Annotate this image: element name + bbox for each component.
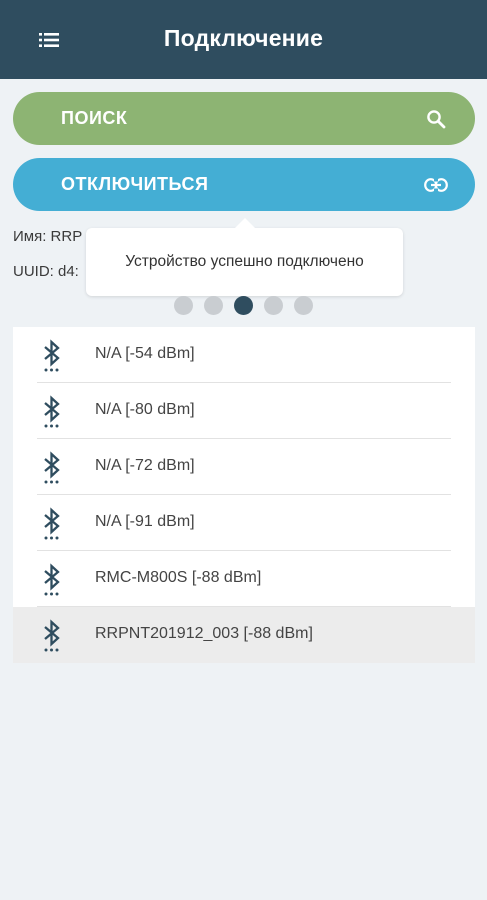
- bluetooth-searching-icon: [39, 507, 65, 541]
- device-label: N/A [-91 dBm]: [95, 513, 195, 530]
- search-icon: [421, 109, 451, 129]
- device-list-item[interactable]: RMC-M800S [-88 dBm]: [13, 551, 475, 607]
- device-list-item[interactable]: RRPNT201912_003 [-88 dBm]: [13, 607, 475, 663]
- toast-message: Устройство успешно подключено: [86, 218, 403, 296]
- device-list: N/A [-54 dBm] N/A [-80 dBm] N/A [-72 dBm] N…: [13, 327, 475, 663]
- bluetooth-searching-icon: [39, 563, 65, 597]
- device-list-item[interactable]: N/A [-72 dBm]: [13, 439, 475, 495]
- search-button-label: ПОИСК: [61, 108, 128, 128]
- link-icon: [421, 177, 451, 192]
- device-uuid-text: UUID: d4:: [13, 263, 79, 280]
- device-label: N/A [-54 dBm]: [95, 345, 195, 362]
- device-label: N/A [-80 dBm]: [95, 401, 195, 418]
- page-indicator-dot[interactable]: [204, 296, 223, 315]
- device-list-item[interactable]: N/A [-54 dBm]: [13, 327, 475, 383]
- disconnect-button[interactable]: ОТКЛЮЧИТЬСЯ: [13, 158, 475, 211]
- search-button[interactable]: ПОИСК: [13, 92, 475, 145]
- bluetooth-searching-icon: [39, 451, 65, 485]
- toast-text: Устройство успешно подключено: [125, 253, 364, 270]
- bluetooth-searching-icon: [39, 619, 65, 653]
- page-indicator-dot[interactable]: [174, 296, 193, 315]
- device-label: RMC-M800S [-88 dBm]: [95, 569, 262, 586]
- page-indicator-dot[interactable]: [234, 296, 253, 315]
- bluetooth-searching-icon: [39, 339, 65, 373]
- device-name-text: Имя: RRP: [13, 228, 83, 245]
- app-bar: Подключение: [0, 0, 487, 79]
- page-indicator-dot[interactable]: [294, 296, 313, 315]
- page-indicator-dot[interactable]: [264, 296, 283, 315]
- page-title: Подключение: [163, 25, 324, 51]
- bluetooth-searching-icon: [39, 395, 65, 429]
- disconnect-button-label: ОТКЛЮЧИТЬСЯ: [61, 174, 209, 194]
- device-label: N/A [-72 dBm]: [95, 457, 195, 474]
- device-label: RRPNT201912_003 [-88 dBm]: [95, 625, 313, 642]
- page-indicator: [0, 296, 487, 316]
- device-list-item[interactable]: N/A [-80 dBm]: [13, 383, 475, 439]
- device-list-item[interactable]: N/A [-91 dBm]: [13, 495, 475, 551]
